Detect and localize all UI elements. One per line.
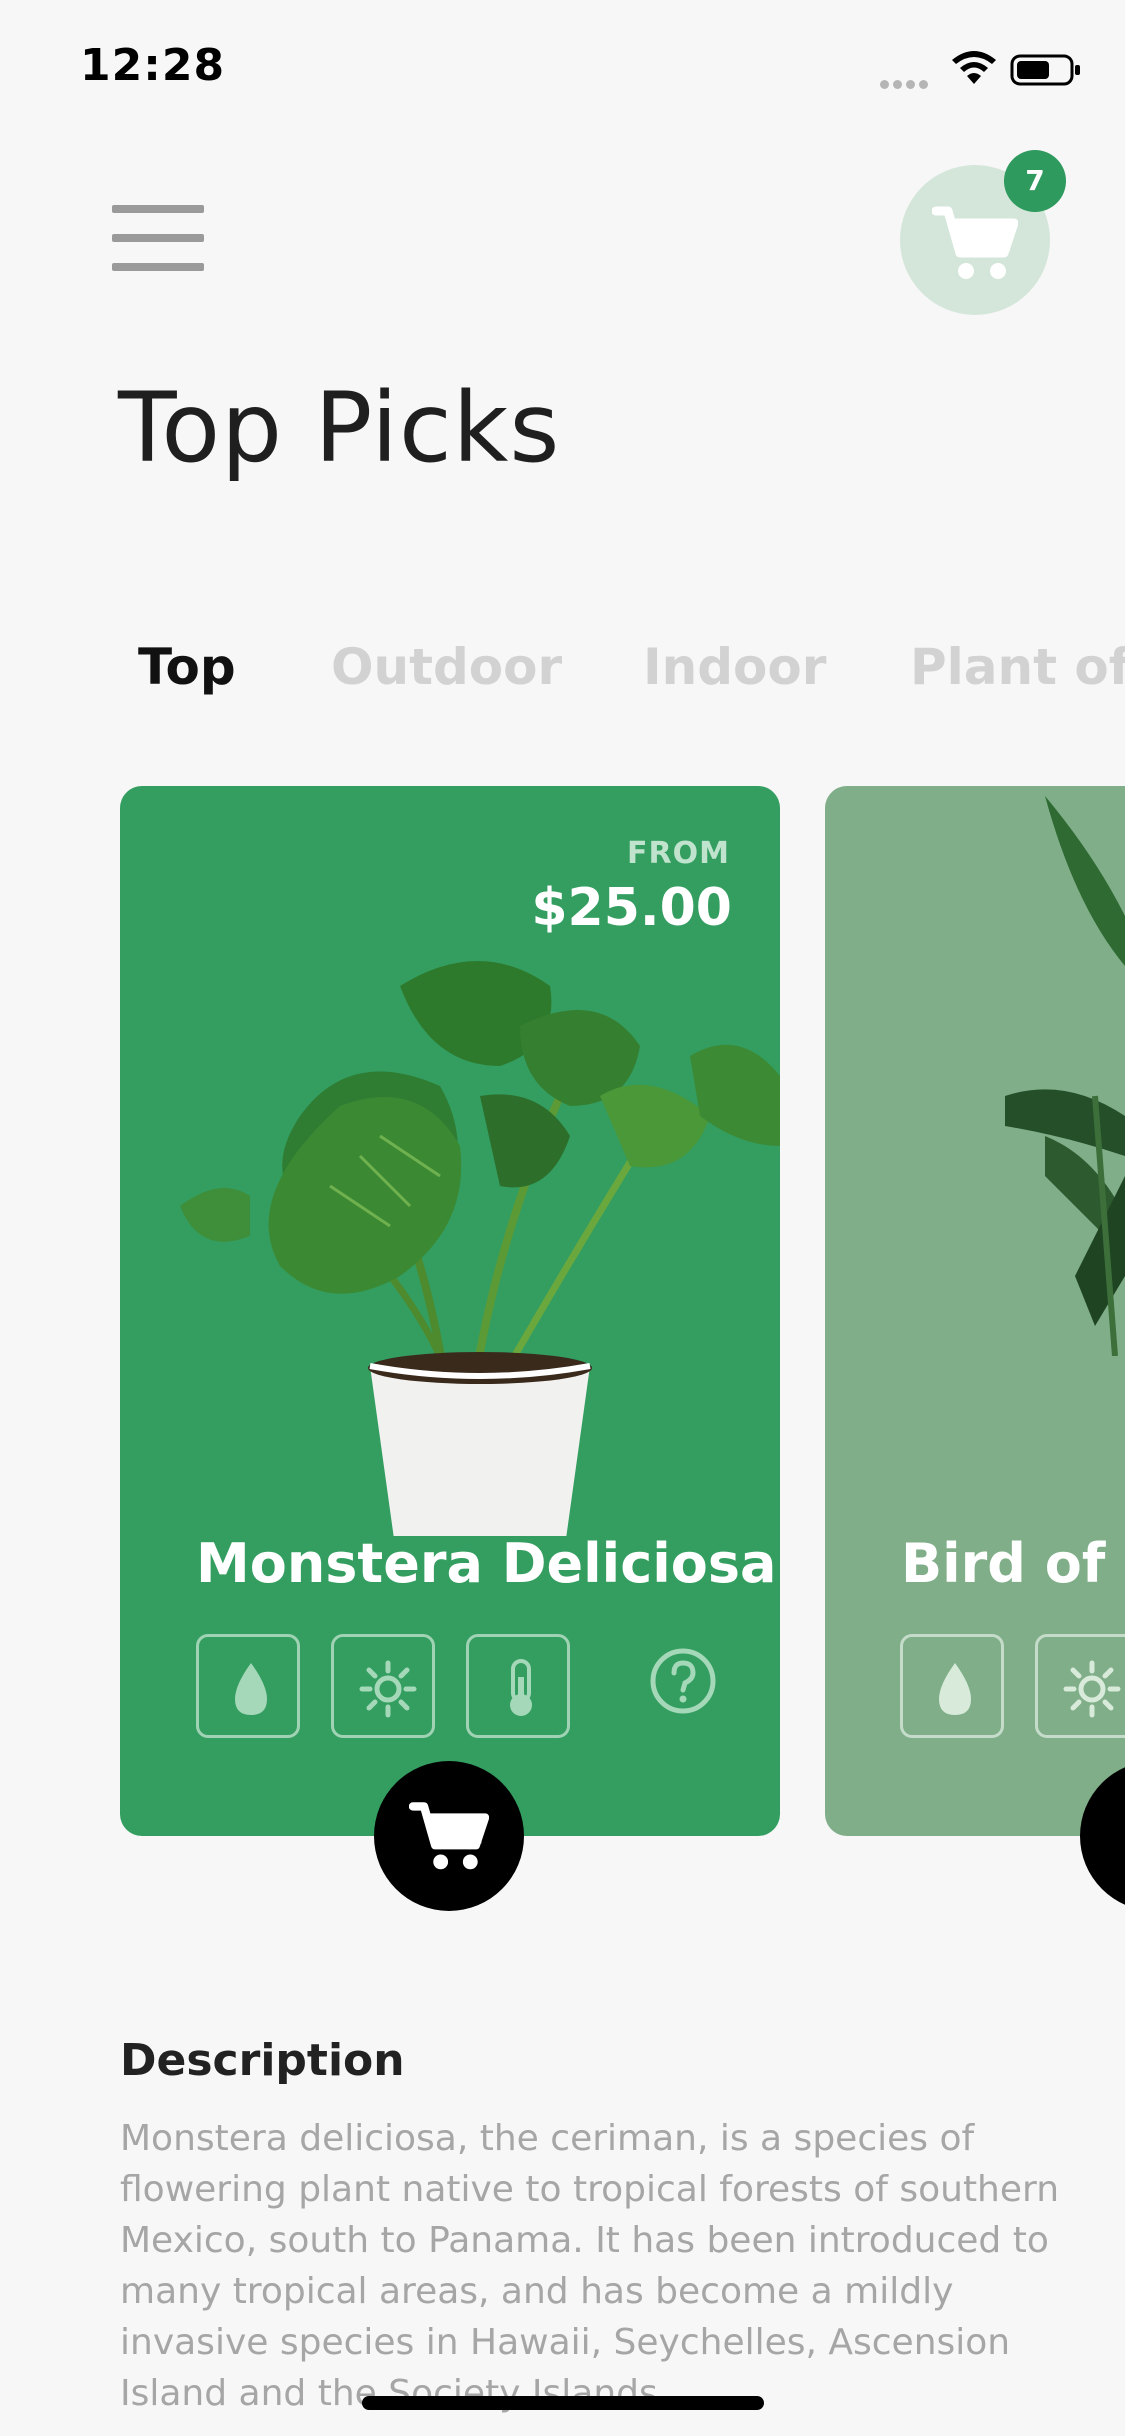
category-tabs: Top Outdoor Indoor Plant of the Month: [138, 638, 1125, 708]
tab-plant-of-the-month[interactable]: Plant of the Month: [910, 638, 1125, 696]
tab-outdoor[interactable]: Outdoor: [331, 638, 562, 696]
signal-icon: [880, 74, 934, 89]
product-name: Monstera Deliciosa: [196, 1532, 777, 1595]
status-bar: 12:28: [0, 0, 1125, 130]
tab-top[interactable]: Top: [138, 638, 236, 696]
plant-image: [180, 961, 780, 1536]
hamburger-icon: [112, 205, 204, 213]
water-button[interactable]: [196, 1634, 300, 1738]
plant-image: [1005, 796, 1125, 1356]
description-heading: Description: [120, 2035, 405, 2086]
thermometer-icon: [510, 1659, 532, 1716]
wifi-icon: [952, 51, 996, 84]
status-time: 12:28: [80, 40, 226, 91]
water-button[interactable]: [900, 1634, 1004, 1738]
tab-indoor[interactable]: Indoor: [643, 638, 826, 696]
cart-icon: [932, 206, 1018, 279]
sun-button[interactable]: [331, 1634, 435, 1738]
add-to-cart-button[interactable]: [374, 1761, 524, 1911]
from-label: FROM: [627, 836, 730, 871]
battery-icon: [1010, 54, 1080, 86]
menu-button[interactable]: [112, 205, 204, 271]
cart-count-badge: 7: [1004, 150, 1066, 212]
sun-icon: [359, 1660, 417, 1718]
add-to-cart-button[interactable]: [1080, 1761, 1125, 1911]
water-drop-icon: [235, 1663, 267, 1715]
product-name: Bird of Paradise: [901, 1532, 1125, 1595]
product-card-monstera[interactable]: FROM $25.00 Monstera Deliciosa: [120, 786, 780, 1911]
sun-button[interactable]: [1035, 1634, 1125, 1738]
home-indicator[interactable]: [362, 2396, 764, 2410]
water-drop-icon: [939, 1663, 971, 1715]
description-text: Monstera deliciosa, the ceriman, is a sp…: [120, 2118, 1060, 2414]
help-icon[interactable]: [648, 1646, 718, 1716]
product-card-bird-of-paradise[interactable]: Bird of Paradise: [825, 786, 1125, 1911]
sun-icon: [1063, 1660, 1121, 1718]
page-title: Top Picks: [118, 372, 561, 484]
temperature-button[interactable]: [466, 1634, 570, 1738]
cart-icon: [409, 1802, 489, 1870]
product-card-bird-of-paradise-viewport: Bird of Paradise: [825, 786, 1125, 1916]
